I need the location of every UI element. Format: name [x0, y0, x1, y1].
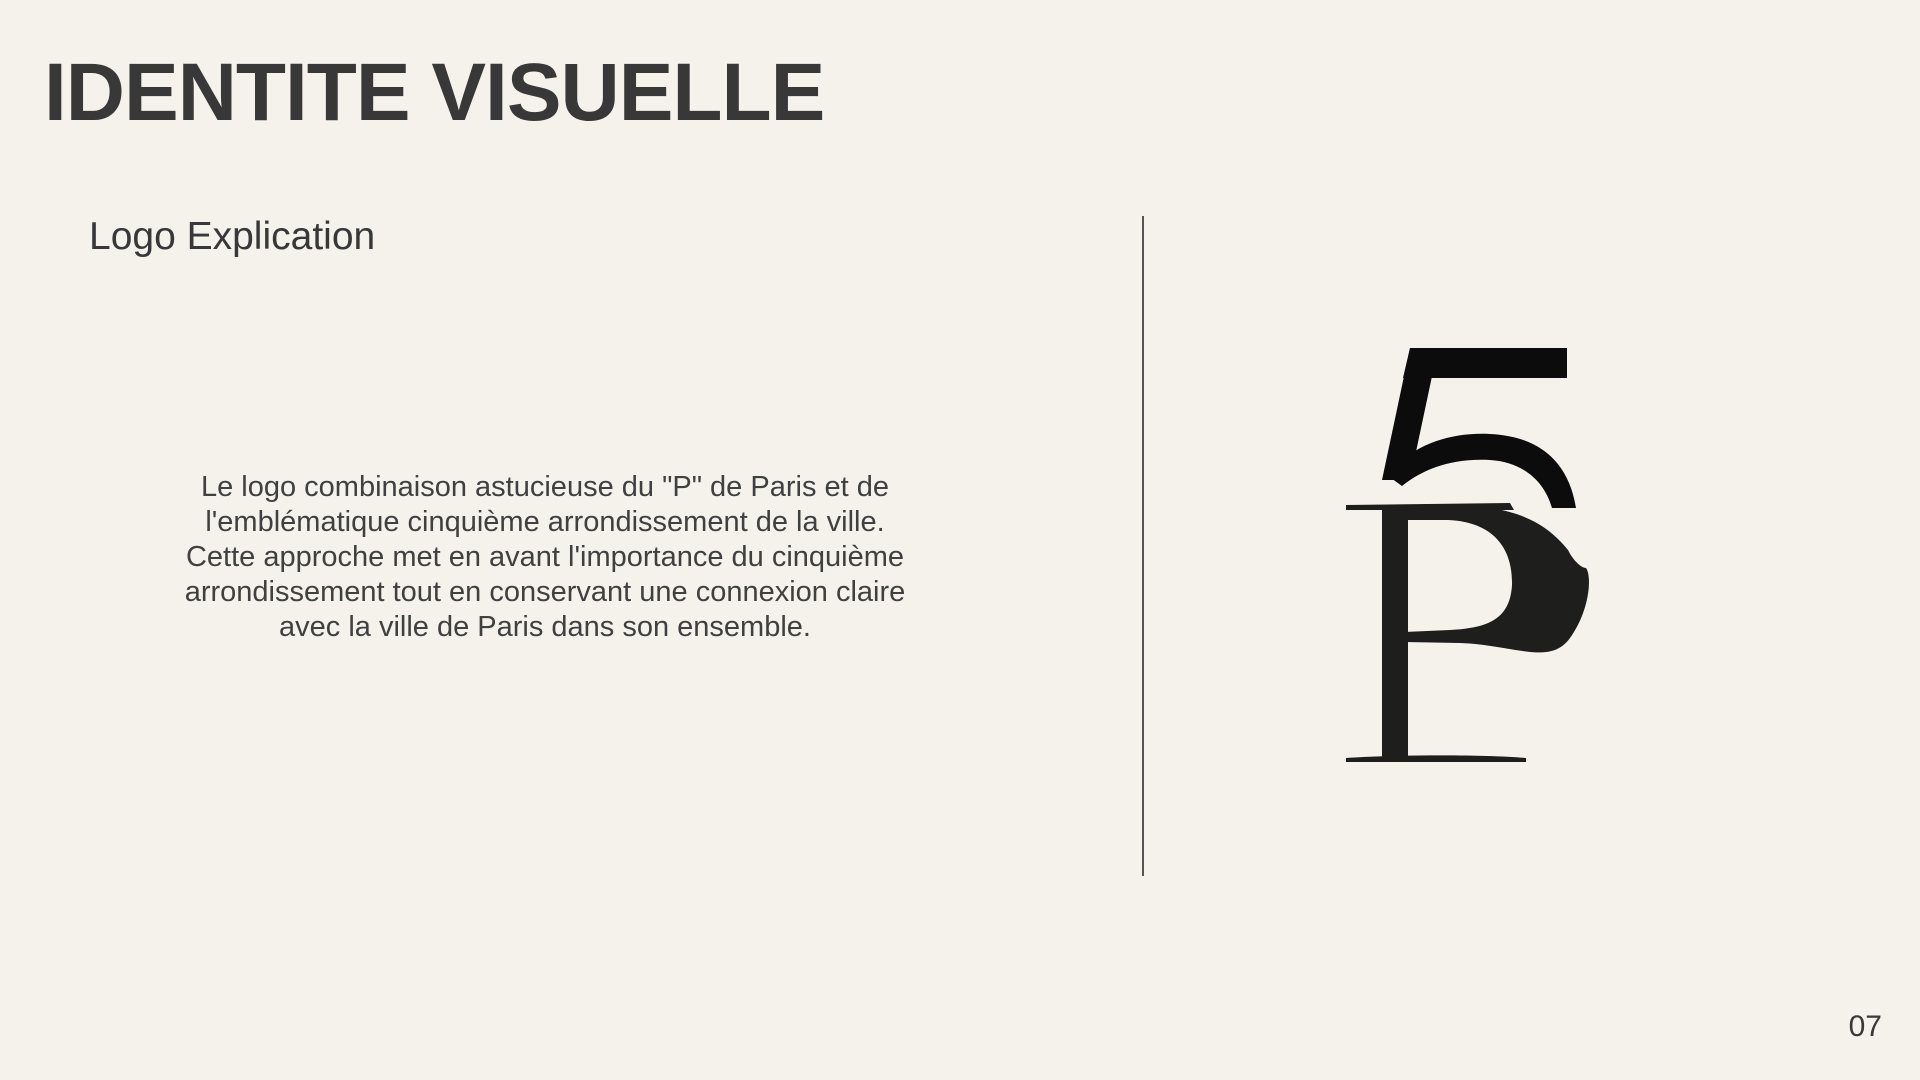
page-title: IDENTITE VISUELLE	[44, 47, 825, 138]
vertical-divider	[1142, 216, 1144, 876]
page-number: 07	[1848, 1010, 1882, 1043]
p5-monogram-logo-icon	[1346, 348, 1589, 762]
section-subtitle: Logo Explication	[89, 215, 376, 258]
numeral-five-icon	[1382, 348, 1576, 508]
letter-p-icon	[1346, 503, 1589, 762]
logo-description: Le logo combinaison astucieuse du "P" de…	[184, 471, 906, 643]
